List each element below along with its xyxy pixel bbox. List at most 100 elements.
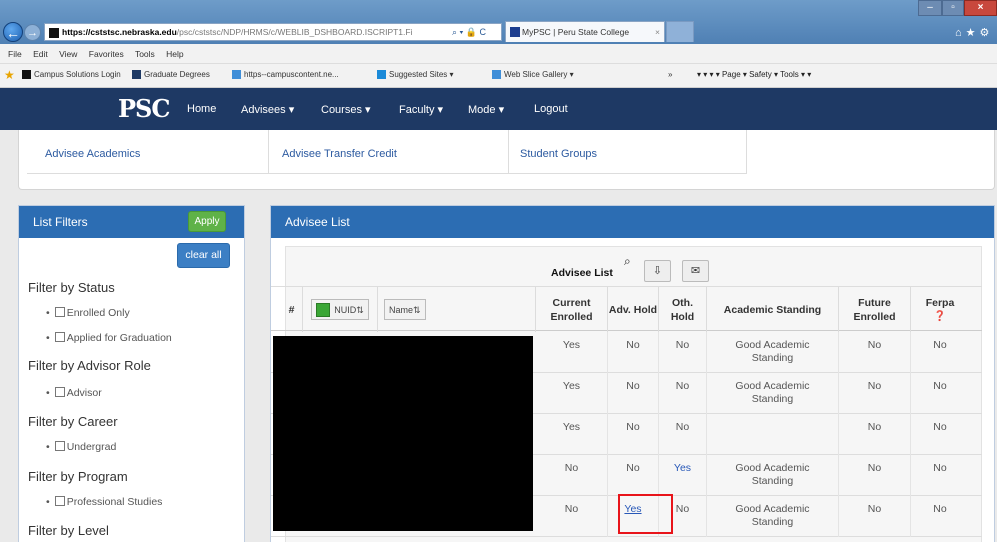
envelope-icon: ✉ [690, 265, 701, 277]
filter-undergrad[interactable]: • Undergrad [46, 441, 116, 453]
address-bar[interactable]: https://cststsc.nebraska.edu/psc/cststsc… [44, 23, 502, 41]
col-name[interactable]: Name⇅ [378, 287, 536, 332]
enrolled-only-checkbox[interactable] [54, 307, 65, 317]
site-favicon-icon [49, 27, 59, 38]
close-window-button[interactable]: × [964, 0, 997, 16]
col-academic-standing: Academic Standing [707, 287, 839, 332]
future-enrolled-cell: No [839, 373, 911, 414]
link-advisee-academics[interactable]: Advisee Academics [27, 130, 269, 174]
oth-hold-cell[interactable]: Yes [659, 455, 707, 496]
forward-button[interactable]: → [24, 24, 41, 41]
home-star-gear-icons[interactable]: ⌂★⚙ [955, 26, 993, 39]
col-nuid[interactable]: NUID⇅ [303, 287, 378, 332]
nav-faculty[interactable]: Faculty ▾ [399, 103, 443, 116]
filter-advisor-role-heading: Filter by Advisor Role [28, 358, 151, 373]
search-icon[interactable]: ⌕ [624, 254, 631, 269]
ferpa-cell: No [933, 339, 947, 351]
new-tab-button[interactable] [666, 21, 694, 42]
ferpa-cell: No [933, 503, 947, 515]
clear-all-button[interactable]: clear all [177, 243, 230, 268]
filter-advisor[interactable]: • Advisor [46, 387, 102, 399]
link-advisee-transfer-credit[interactable]: Advisee Transfer Credit [269, 130, 509, 174]
academic-standing-cell: Good Academic Standing [707, 455, 839, 496]
nav-mode[interactable]: Mode ▾ [468, 103, 504, 116]
professional-studies-checkbox[interactable] [54, 496, 65, 506]
cloud-download-icon: ⇩ [652, 265, 663, 277]
applied-graduation-checkbox[interactable] [54, 332, 65, 342]
menu-edit[interactable]: Edit [33, 49, 48, 59]
filter-status-heading: Filter by Status [28, 280, 115, 295]
nav-logout[interactable]: Logout [534, 103, 568, 115]
future-enrolled-cell: No [839, 455, 911, 496]
psc-logo[interactable]: PSC [118, 94, 170, 123]
favorites-overflow-chevron[interactable]: » [668, 64, 672, 86]
list-filters-panel: List Filters Apply clear all Filter by S… [18, 205, 245, 542]
future-enrolled-cell: No [839, 332, 911, 373]
nuid-green-icon [316, 302, 331, 317]
minimize-button[interactable]: – [918, 0, 942, 16]
menu-file[interactable]: File [8, 49, 22, 59]
name-sort-button[interactable]: Name⇅ [384, 299, 426, 320]
favorite-campuscontent[interactable]: https--campuscontent.ne... [232, 64, 339, 86]
filter-enrolled-only[interactable]: • Enrolled Only [46, 307, 130, 319]
ferpa-cell: No [933, 380, 947, 392]
ferpa-cell: No [933, 421, 947, 433]
favorites-bar: ★ Campus Solutions Login Graduate Degree… [0, 64, 997, 88]
menu-view[interactable]: View [59, 49, 77, 59]
col-oth-hold: Oth. Hold [659, 287, 707, 332]
address-controls[interactable]: ⌕ ▾ 🔒 C [452, 23, 486, 41]
undergrad-checkbox[interactable] [54, 441, 65, 451]
highlight-box [618, 494, 673, 534]
menu-bar: File Edit View Favorites Tools Help [0, 44, 997, 64]
advisor-checkbox[interactable] [54, 387, 65, 397]
redacted-student-info [273, 336, 533, 531]
academic-standing-cell: Good Academic Standing [707, 332, 839, 373]
tab-title: MyPSC | Peru State College [522, 27, 630, 37]
current-enrolled-cell: No [536, 455, 608, 496]
filter-applied-graduation[interactable]: • Applied for Graduation [46, 332, 172, 344]
web-slice-icon [492, 70, 501, 80]
academic-standing-cell: Good Academic Standing [707, 373, 839, 414]
ferpa-cell: No [933, 462, 947, 474]
nuid-sort-button[interactable]: NUID⇅ [311, 299, 369, 320]
oth-hold-cell: No [659, 373, 707, 414]
download-button[interactable]: ⇩ [644, 260, 671, 282]
ie-page-icon [232, 70, 241, 80]
link-student-groups[interactable]: Student Groups [509, 130, 747, 174]
future-enrolled-cell: No [839, 414, 911, 455]
email-button[interactable]: ✉ [682, 260, 709, 282]
favorite-suggested-sites[interactable]: Suggested Sites ▾ [377, 64, 454, 86]
back-button[interactable]: ← [3, 22, 23, 42]
tab-close-icon[interactable]: × [655, 22, 660, 42]
menu-favorites[interactable]: Favorites [89, 49, 124, 59]
browser-tab[interactable]: MyPSC | Peru State College × [505, 21, 665, 42]
col-current-enrolled: Current Enrolled [536, 287, 608, 332]
graduate-degrees-icon [132, 70, 141, 80]
command-bar-tools[interactable]: ▾ ▾ ▾ ▾ Page ▾ Safety ▾ Tools ▾ ▾ [697, 64, 811, 86]
favorites-star-icon[interactable]: ★ [4, 64, 15, 86]
filter-program-heading: Filter by Program [28, 469, 128, 484]
menu-help[interactable]: Help [166, 49, 183, 59]
nav-advisees[interactable]: Advisees ▾ [241, 103, 294, 116]
filter-level-heading: Filter by Level [28, 523, 109, 538]
table-caption: Advisee List [551, 267, 613, 279]
favorite-graduate-degrees[interactable]: Graduate Degrees [132, 64, 210, 86]
nav-courses[interactable]: Courses ▾ [321, 103, 371, 116]
favorite-campus-solutions[interactable]: Campus Solutions Login [22, 64, 121, 86]
filter-professional-studies[interactable]: • Professional Studies [46, 496, 162, 508]
oth-hold-cell: No [659, 414, 707, 455]
current-enrolled-cell: Yes [536, 373, 608, 414]
menu-tools[interactable]: Tools [135, 49, 155, 59]
filter-career-heading: Filter by Career [28, 414, 118, 429]
current-enrolled-cell: Yes [536, 414, 608, 455]
maximize-button[interactable]: ▫ [942, 0, 964, 16]
advisee-list-title: Advisee List [271, 206, 994, 238]
table-header-row: # NUID⇅ Name⇅ Current Enrolled Adv. Hold… [271, 286, 982, 332]
help-icon[interactable]: ❓ [934, 310, 946, 324]
apply-button[interactable]: Apply [188, 211, 226, 232]
adv-hold-cell: No [608, 332, 659, 373]
col-adv-hold: Adv. Hold [608, 287, 659, 332]
favorite-web-slice-gallery[interactable]: Web Slice Gallery ▾ [492, 64, 574, 86]
nav-home[interactable]: Home [187, 103, 216, 115]
address-host: https://cststsc.nebraska.edu [62, 27, 177, 37]
